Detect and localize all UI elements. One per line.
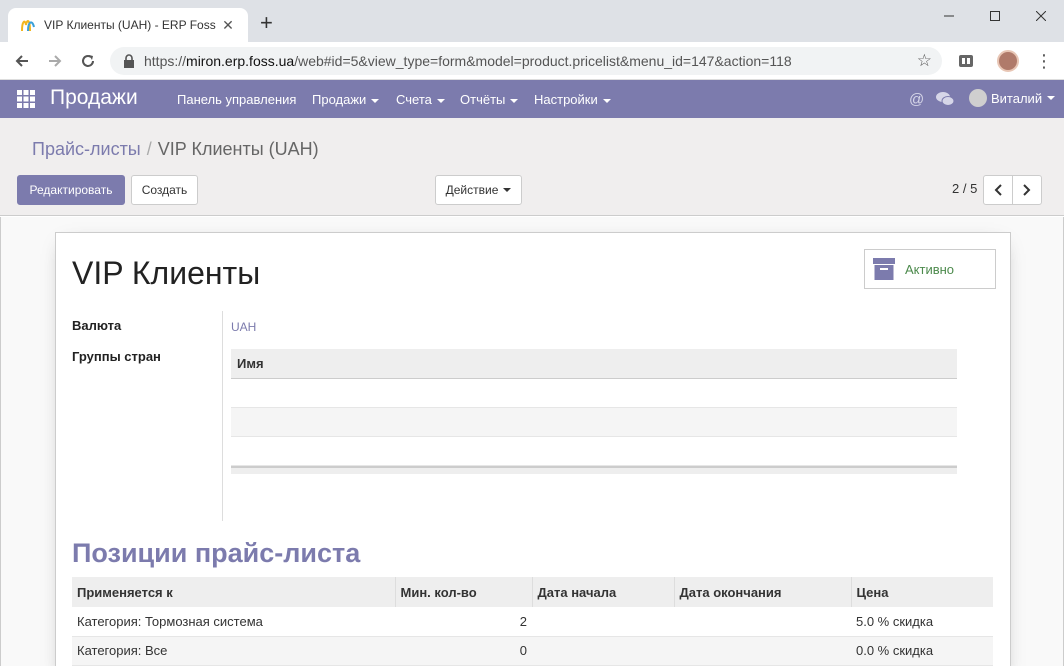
browser-tab-title: VIP Клиенты (UAH) - ERP Foss xyxy=(44,18,216,32)
action-dropdown-button[interactable]: Действие xyxy=(435,175,522,205)
action-label: Действие xyxy=(445,183,499,197)
maximize-icon[interactable] xyxy=(972,0,1018,32)
active-status-label: Активно xyxy=(905,261,955,277)
pager-next-button[interactable] xyxy=(1012,175,1042,205)
user-name: Виталий xyxy=(991,90,1043,106)
chevron-down-icon xyxy=(436,98,445,103)
cell-price: 5.0 % скидка xyxy=(851,607,993,637)
chevron-down-icon xyxy=(371,98,380,103)
breadcrumb: Прайс-листы / VIP Клиенты (UAH) xyxy=(32,139,319,160)
column-header-date-start[interactable]: Дата начала xyxy=(531,577,674,607)
menu-dashboard[interactable]: Панель управления xyxy=(177,92,296,107)
chat-icon[interactable] xyxy=(936,91,955,111)
form-view-content: Активно VIP Клиенты Валюта UAH Группы ст… xyxy=(0,217,1064,666)
currency-label: Валюта xyxy=(72,318,122,333)
cell-min-qty: 0 xyxy=(395,636,532,666)
country-groups-label: Группы стран xyxy=(72,349,161,364)
menu-settings[interactable]: Настройки xyxy=(534,92,611,107)
column-header-name[interactable]: Имя xyxy=(231,349,957,379)
chevron-down-icon xyxy=(503,188,512,192)
browser-menu-icon[interactable]: ⋮ xyxy=(1032,50,1056,72)
country-groups-table: Имя xyxy=(231,349,957,474)
apps-grid-icon[interactable] xyxy=(17,90,35,108)
menu-reports[interactable]: Отчёты xyxy=(460,92,519,107)
pricelist-items-table: Применяется к Мин. кол-во Дата начала Да… xyxy=(72,577,993,666)
menu-sales[interactable]: Продажи xyxy=(312,92,380,107)
cell-price: 0.0 % скидка xyxy=(851,636,993,666)
back-icon[interactable] xyxy=(10,50,34,72)
close-tab-icon[interactable]: ✕ xyxy=(220,17,236,34)
browser-toolbar: https://miron.erp.foss.ua/web#id=5&view_… xyxy=(0,42,1064,80)
table-row[interactable]: Категория: Все 0 0.0 % скидка xyxy=(72,636,993,666)
mention-icon[interactable]: @ xyxy=(909,91,924,108)
breadcrumb-separator: / xyxy=(146,139,152,159)
pricelist-items-title: Позиции прайс-листа xyxy=(72,538,361,568)
browser-tab-bar: VIP Клиенты (UAH) - ERP Foss ✕ + xyxy=(0,0,1064,42)
close-window-icon[interactable] xyxy=(1018,0,1064,32)
breadcrumb-parent-link[interactable]: Прайс-листы xyxy=(32,139,141,159)
lock-icon xyxy=(124,54,134,68)
table-row xyxy=(231,437,957,466)
cell-min-qty: 2 xyxy=(395,607,532,637)
pager-previous-button[interactable] xyxy=(983,175,1013,205)
chevron-down-icon xyxy=(510,98,519,103)
cell-date-end xyxy=(674,636,851,666)
new-tab-icon[interactable]: + xyxy=(260,12,273,34)
cell-date-end xyxy=(674,607,851,637)
bookmark-star-icon[interactable]: ☆ xyxy=(917,51,932,71)
cell-applies-to: Категория: Тормозная система xyxy=(72,607,395,637)
app-top-navbar: Продажи Панель управления Продажи Счета … xyxy=(0,80,1064,118)
cell-date-start xyxy=(532,636,674,666)
profile-avatar-icon[interactable] xyxy=(996,50,1020,72)
create-button[interactable]: Создать xyxy=(131,175,198,205)
minimize-icon[interactable] xyxy=(926,0,972,32)
currency-value-link[interactable]: UAH xyxy=(231,320,256,334)
column-header-date-end[interactable]: Дата окончания xyxy=(673,577,851,607)
table-row[interactable]: Категория: Тормозная система 2 5.0 % ски… xyxy=(72,607,993,637)
column-header-price[interactable]: Цена xyxy=(850,577,993,607)
chevron-down-icon xyxy=(602,98,611,103)
pager-value[interactable]: 2 / 5 xyxy=(952,181,977,196)
control-panel: Прайс-листы / VIP Клиенты (UAH) Редактиров… xyxy=(0,118,1064,216)
extension-icon[interactable] xyxy=(954,50,978,72)
url-text: https://miron.erp.foss.ua/web#id=5&view_… xyxy=(144,53,792,69)
active-toggle-button[interactable]: Активно xyxy=(864,249,996,289)
app-name: Продажи xyxy=(50,86,138,109)
forward-icon[interactable] xyxy=(43,50,67,72)
table-row xyxy=(231,408,957,437)
breadcrumb-current: VIP Клиенты (UAH) xyxy=(157,139,319,159)
archive-icon xyxy=(873,258,895,280)
cell-date-start xyxy=(532,607,674,637)
cell-applies-to: Категория: Все xyxy=(72,636,395,666)
chevron-down-icon xyxy=(1047,96,1056,100)
browser-tab[interactable]: VIP Клиенты (UAH) - ERP Foss ✕ xyxy=(8,8,248,42)
user-avatar xyxy=(969,89,987,107)
edit-button[interactable]: Редактировать xyxy=(17,175,125,205)
odoo-favicon-icon xyxy=(21,20,35,32)
menu-invoices[interactable]: Счета xyxy=(396,92,445,107)
column-header-applies-to[interactable]: Применяется к xyxy=(72,577,395,607)
record-name: VIP Клиенты xyxy=(72,255,261,291)
column-header-min-qty[interactable]: Мин. кол-во xyxy=(394,577,532,607)
address-bar[interactable]: https://miron.erp.foss.ua/web#id=5&view_… xyxy=(110,47,942,75)
form-sheet: Активно VIP Клиенты Валюта UAH Группы ст… xyxy=(55,232,1011,666)
table-row xyxy=(231,379,957,408)
reload-icon[interactable] xyxy=(76,50,100,72)
table-footer xyxy=(231,466,957,474)
user-menu[interactable]: Виталий xyxy=(969,89,1056,107)
field-divider xyxy=(222,311,223,521)
